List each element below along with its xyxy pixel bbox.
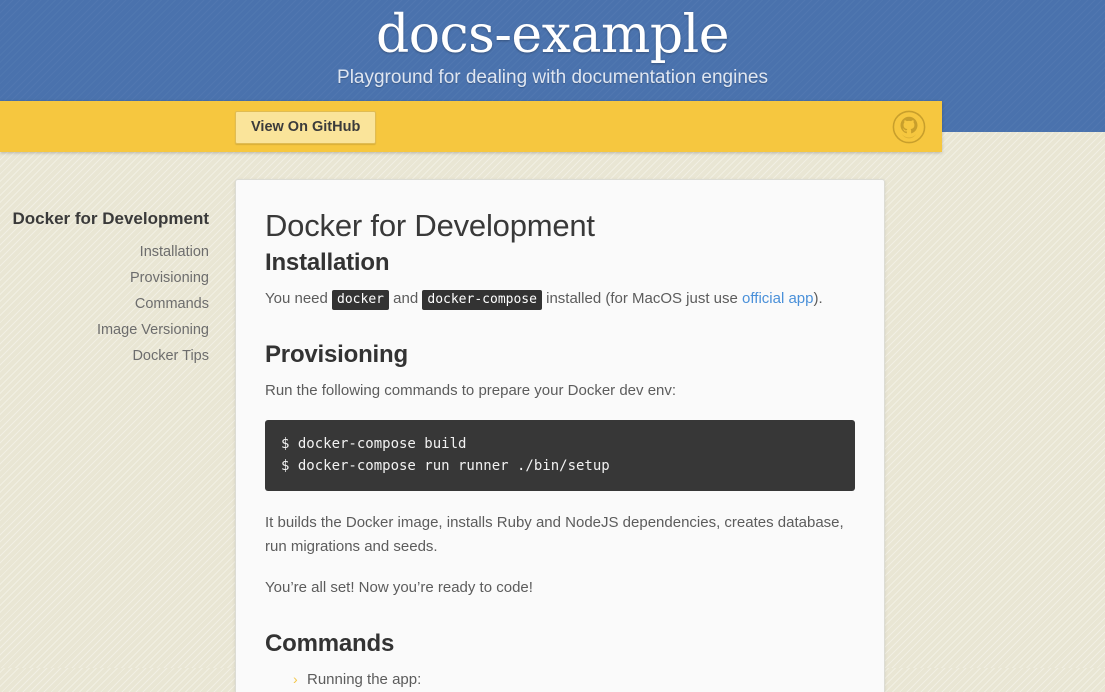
sidebar-item-commands[interactable]: Commands	[0, 291, 209, 317]
provisioning-paragraph-2: You’re all set! Now you’re ready to code…	[265, 578, 533, 596]
page-body: Docker for Development Installation Prov…	[0, 152, 1105, 692]
sidebar-link-docker-tips[interactable]: Docker Tips	[132, 348, 209, 364]
section-heading-installation: Installation	[265, 248, 390, 276]
installation-text-2: and	[389, 290, 423, 307]
code-block-provisioning: $ docker-compose build $ docker-compose …	[265, 419, 855, 491]
sidebar-item-image-versioning[interactable]: Image Versioning	[0, 317, 209, 343]
list-item-label: Running the app:	[307, 671, 422, 689]
page-title: docs-example	[375, 5, 730, 65]
sidebar: Docker for Development Installation Prov…	[0, 152, 210, 369]
official-app-link[interactable]: official app	[742, 290, 813, 307]
inline-code-docker-compose: docker-compose	[422, 290, 542, 310]
installation-text-4: ).	[813, 290, 823, 307]
content-card: Docker for Development Installation You …	[235, 179, 885, 692]
sidebar-link-commands[interactable]: Commands	[135, 296, 209, 312]
commands-list: › Running the app:	[265, 668, 855, 692]
provisioning-paragraph-1: It builds the Docker image, installs Rub…	[265, 514, 844, 556]
installation-text-3: installed (for MacOS just use	[541, 290, 743, 307]
sidebar-link-installation[interactable]: Installation	[140, 244, 209, 260]
section-heading-commands: Commands	[265, 629, 395, 657]
view-on-github-button[interactable]: View On GitHub	[235, 111, 377, 144]
sidebar-title: Docker for Development	[12, 209, 210, 228]
content-page-title: Docker for Development	[265, 208, 595, 243]
provisioning-intro: Run the following commands to prepare yo…	[265, 382, 677, 400]
installation-paragraph: You need docker and docker-compose insta…	[265, 287, 855, 311]
inline-code-docker: docker	[332, 290, 389, 310]
list-item: › Running the app:	[293, 668, 855, 692]
github-octocat-icon	[892, 110, 926, 144]
sidebar-item-installation[interactable]: Installation	[0, 239, 209, 265]
sidebar-nav: Installation Provisioning Commands Image…	[0, 239, 209, 369]
sidebar-link-provisioning[interactable]: Provisioning	[130, 270, 209, 286]
page-tagline: Playground for dealing with documentatio…	[337, 67, 768, 89]
sidebar-item-docker-tips[interactable]: Docker Tips	[0, 343, 209, 369]
sidebar-item-provisioning[interactable]: Provisioning	[0, 265, 209, 291]
action-bar: View On GitHub	[0, 101, 942, 152]
chevron-right-icon: ›	[293, 671, 298, 688]
section-heading-provisioning: Provisioning	[265, 341, 408, 369]
installation-text-1: You need	[265, 290, 333, 307]
sidebar-link-image-versioning[interactable]: Image Versioning	[97, 322, 209, 338]
